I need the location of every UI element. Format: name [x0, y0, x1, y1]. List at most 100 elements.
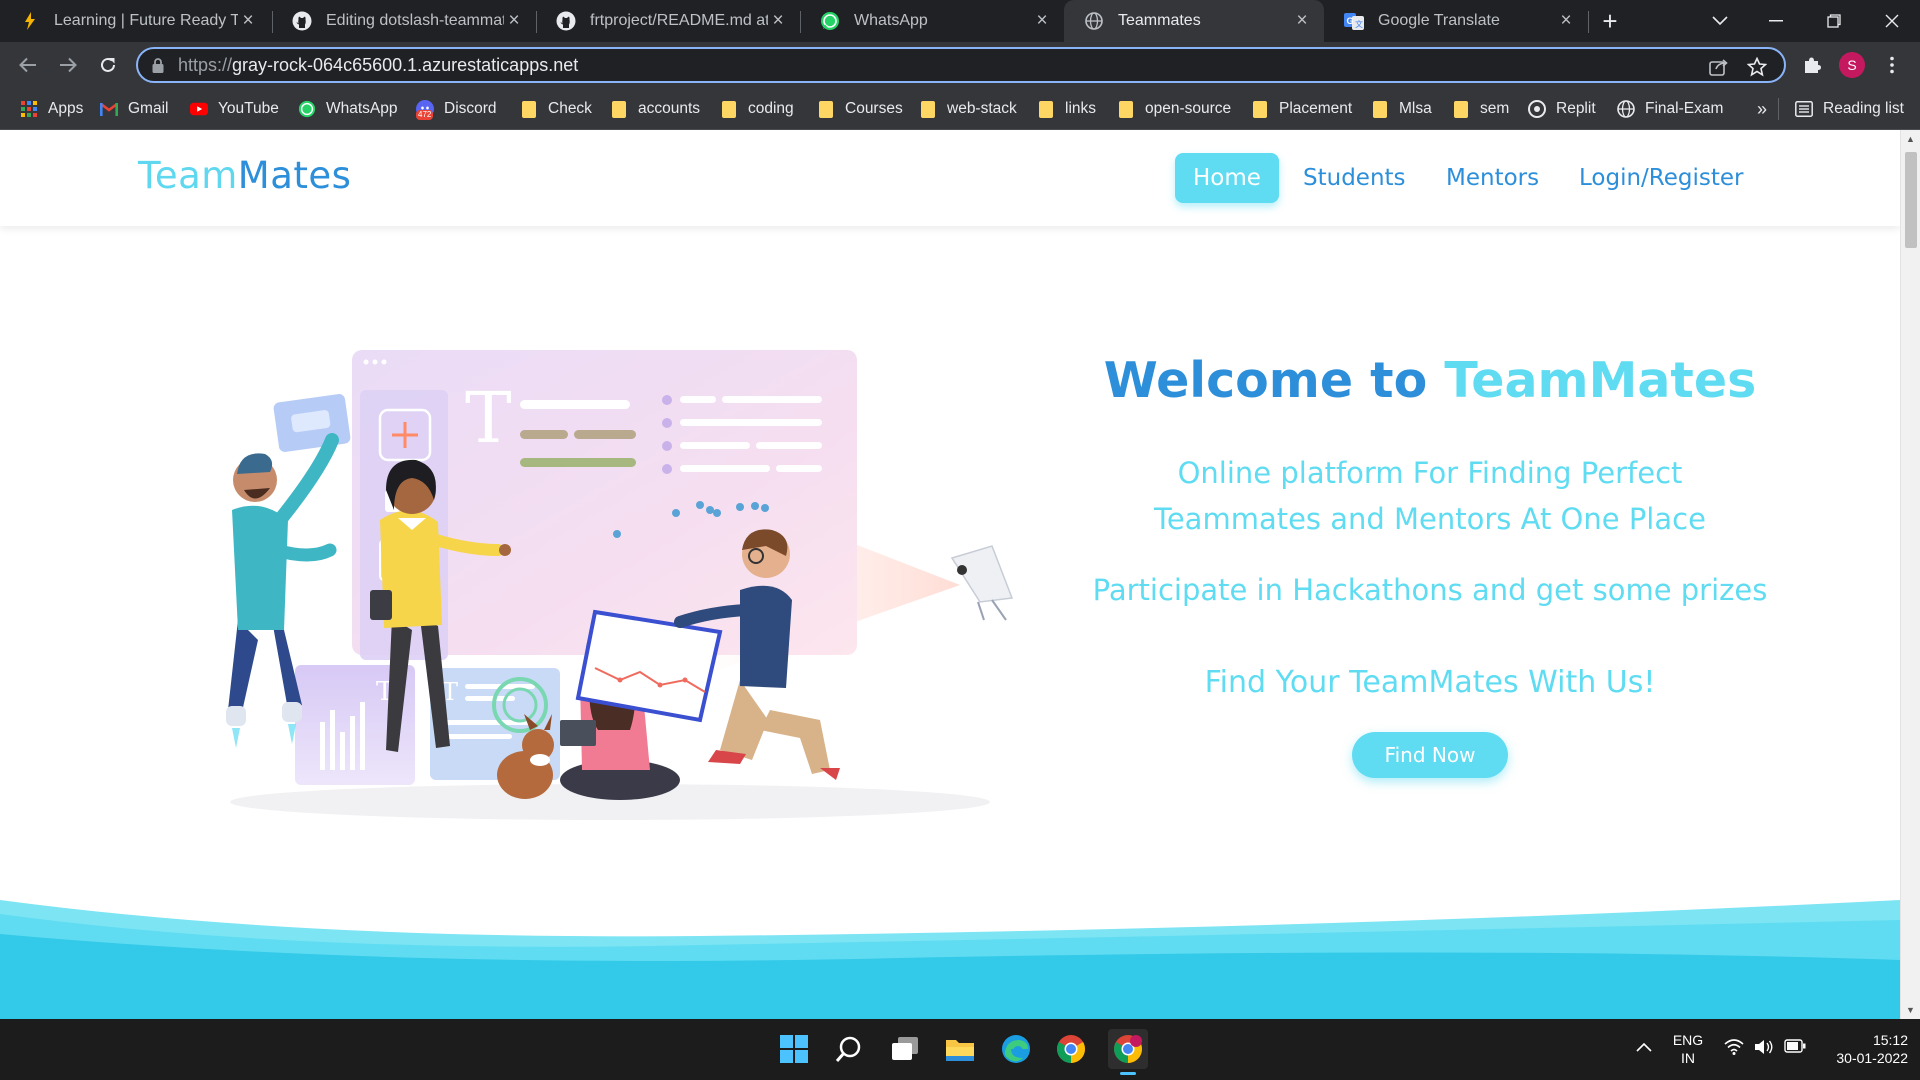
close-tab-icon[interactable]: ×: [768, 11, 788, 31]
reload-button[interactable]: [92, 49, 124, 81]
address-bar[interactable]: https://gray-rock-064c65600.1.azurestati…: [136, 47, 1786, 83]
bookmark-label: web-stack: [947, 100, 1017, 117]
nav-login-register[interactable]: Login/Register: [1561, 153, 1762, 203]
clock[interactable]: 15:12 30-01-2022: [1818, 1031, 1908, 1067]
bookmark-folder-accounts[interactable]: accounts: [610, 88, 700, 130]
scroll-down-icon[interactable]: ▼: [1906, 1005, 1915, 1015]
address-url: https://gray-rock-064c65600.1.azurestati…: [178, 55, 578, 76]
hero-tagline: Online platform For Finding Perfect Team…: [1000, 450, 1860, 542]
clock-date: 30-01-2022: [1836, 1050, 1908, 1066]
bookmark-replit[interactable]: Replit: [1528, 88, 1596, 130]
tab-editing-dotslash[interactable]: Editing dotslash-teammates ×: [272, 0, 536, 42]
bookmark-final-exam[interactable]: Final-Exam: [1617, 88, 1723, 130]
profile-button[interactable]: S: [1836, 49, 1868, 81]
hero-heading: Welcome to TeamMates: [1000, 352, 1860, 409]
share-icon[interactable]: [1708, 56, 1730, 78]
reload-icon: [101, 57, 115, 72]
url-scheme: https://: [178, 54, 233, 75]
edge-icon[interactable]: [999, 1032, 1033, 1066]
bookmark-folder-mlsa[interactable]: Mlsa: [1371, 88, 1432, 130]
battery-icon[interactable]: [1784, 1039, 1806, 1056]
close-tab-icon[interactable]: ×: [1556, 11, 1576, 31]
wifi-icon[interactable]: [1724, 1039, 1744, 1058]
web-page: TeamMates Home Students Mentors Login/Re…: [0, 130, 1900, 1019]
chrome-menu-button[interactable]: [1876, 49, 1908, 81]
find-now-button[interactable]: Find Now: [1352, 732, 1508, 778]
tab-learning[interactable]: Learning | Future Ready Talent ×: [0, 0, 270, 42]
tab-whatsapp[interactable]: WhatsApp ×: [800, 0, 1064, 42]
new-tab-button[interactable]: +: [1584, 0, 1636, 42]
bookmark-whatsapp[interactable]: WhatsApp: [298, 88, 398, 130]
show-hidden-icons-button[interactable]: [1636, 1039, 1652, 1055]
tab-teammates[interactable]: Teammates ×: [1064, 0, 1324, 42]
bookmark-star-icon[interactable]: [1746, 56, 1768, 78]
nav-students[interactable]: Students: [1285, 153, 1424, 203]
bookmark-folder-coding[interactable]: coding: [720, 88, 794, 130]
windows-start-icon[interactable]: [777, 1032, 811, 1066]
notification-badge: 472: [416, 110, 434, 120]
forward-button[interactable]: [52, 49, 84, 81]
nav-home[interactable]: Home: [1175, 153, 1279, 203]
extensions-button[interactable]: [1796, 49, 1828, 81]
bookmark-folder-web-stack[interactable]: web-stack: [919, 88, 1017, 130]
bookmarks-divider: [1778, 98, 1779, 120]
google-translate-icon: G文: [1344, 11, 1364, 31]
folder-icon: [1371, 100, 1389, 118]
folder-icon: [1117, 100, 1135, 118]
bookmark-apps[interactable]: Apps: [20, 88, 83, 130]
tab-search-button[interactable]: [1692, 0, 1748, 42]
avatar: S: [1839, 52, 1865, 78]
search-icon[interactable]: [832, 1032, 866, 1066]
restore-button[interactable]: [1806, 0, 1862, 42]
bookmark-label: Apps: [48, 100, 84, 117]
chrome-icon[interactable]: [1054, 1032, 1088, 1066]
volume-icon[interactable]: [1754, 1039, 1774, 1058]
back-button[interactable]: [12, 49, 44, 81]
reading-list-button[interactable]: Reading list: [1795, 88, 1904, 130]
folder-icon: [610, 100, 628, 118]
close-tab-icon[interactable]: ×: [504, 11, 524, 31]
kebab-menu-icon: [1890, 56, 1894, 74]
hero-find-heading: Find Your TeamMates With Us!: [1204, 665, 1656, 700]
bookmark-discord[interactable]: 472 Discord: [416, 88, 497, 130]
bookmark-gmail[interactable]: Gmail: [100, 88, 168, 130]
bookmark-folder-check[interactable]: Check: [520, 88, 592, 130]
tab-frtproject-readme[interactable]: frtproject/README.md at main ×: [536, 0, 800, 42]
close-tab-icon[interactable]: ×: [1292, 11, 1312, 31]
chrome-profile-icon[interactable]: [1108, 1029, 1148, 1075]
minimize-button[interactable]: [1748, 0, 1804, 42]
task-view-icon[interactable]: [888, 1032, 922, 1066]
folder-icon: [1452, 100, 1470, 118]
site-logo[interactable]: TeamMates: [138, 154, 351, 197]
tablet-chart: [575, 609, 723, 723]
tab-title: Google Translate: [1378, 12, 1500, 29]
file-explorer-icon[interactable]: [943, 1032, 977, 1066]
brand-part-mates: Mates: [237, 154, 352, 197]
bookmark-folder-open-source[interactable]: open-source: [1117, 88, 1231, 130]
bookmark-folder-placement[interactable]: Placement: [1251, 88, 1352, 130]
bookmarks-overflow-button[interactable]: »: [1757, 88, 1767, 130]
nav-mentors[interactable]: Mentors: [1428, 153, 1557, 203]
restore-icon: [1827, 14, 1841, 28]
bookmark-label: WhatsApp: [326, 100, 398, 117]
folder-icon: [1251, 100, 1269, 118]
close-tab-icon[interactable]: ×: [1032, 11, 1052, 31]
scrollbar-thumb[interactable]: [1905, 152, 1917, 248]
bookmark-label: open-source: [1145, 100, 1232, 117]
bookmark-folder-sem[interactable]: sem: [1452, 88, 1509, 130]
scroll-up-icon[interactable]: ▲: [1906, 134, 1915, 144]
bookmark-label: sem: [1480, 100, 1510, 117]
close-tab-icon[interactable]: ×: [238, 11, 258, 31]
page-scrollbar[interactable]: ▲ ▼: [1900, 130, 1920, 1019]
bookmark-youtube[interactable]: YouTube: [190, 88, 279, 130]
footer-wave: [0, 900, 1900, 1019]
tab-google-translate[interactable]: G文 Google Translate ×: [1324, 0, 1588, 42]
whatsapp-icon: [820, 11, 840, 31]
language-indicator[interactable]: ENG IN: [1668, 1031, 1708, 1067]
bookmark-folder-links[interactable]: links: [1037, 88, 1096, 130]
lock-icon[interactable]: [152, 57, 164, 73]
site-navbar: TeamMates Home Students Mentors Login/Re…: [0, 130, 1900, 226]
minimize-icon: [1769, 20, 1783, 22]
close-window-button[interactable]: [1864, 0, 1920, 42]
bookmark-folder-courses[interactable]: Courses: [817, 88, 903, 130]
